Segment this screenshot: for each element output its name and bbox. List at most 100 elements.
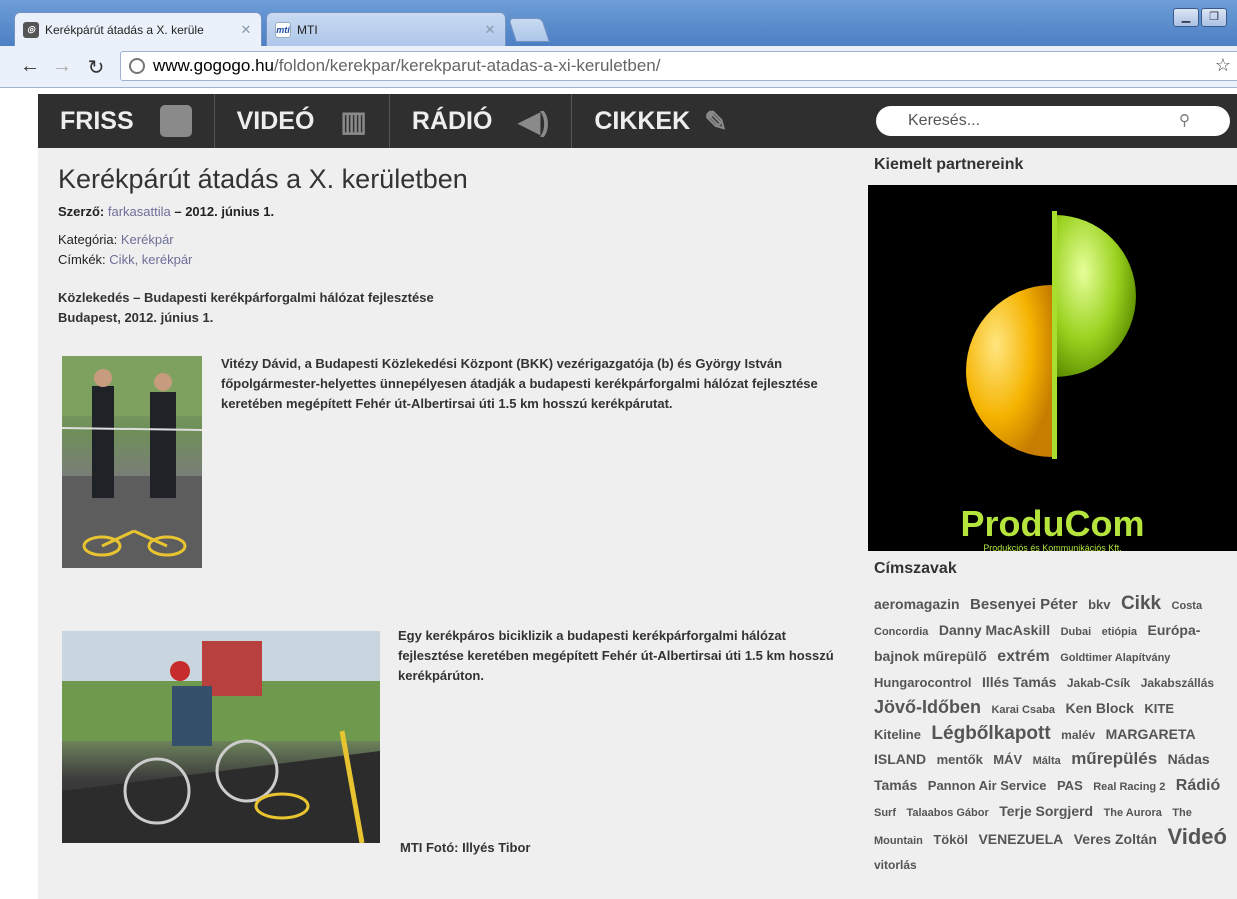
tag-link[interactable]: Terje Sorgjerd [999,803,1093,819]
partners-heading: Kiemelt partnereink [874,156,1024,173]
tag-link[interactable]: VENEZUELA [978,831,1063,847]
photo-caption-1: Vitézy Dávid, a Budapesti Közlekedési Kö… [221,356,818,411]
tag-link[interactable]: Illés Tamás [982,674,1056,690]
restore-button[interactable]: ❐ [1201,8,1227,27]
tag-link[interactable]: Cikk [1121,593,1161,614]
tag-link[interactable]: Jakab-Csík [1067,676,1130,690]
tags-links[interactable]: Cikk, kerékpár [109,252,192,267]
search-icon[interactable]: ⚲ [1179,111,1190,129]
new-tab-button[interactable] [508,18,550,42]
address-bar[interactable]: www.gogogo.hu/foldon/kerekpar/kerekparut… [120,51,1237,81]
tagcloud-heading: Címszavak [874,560,957,577]
tag-link[interactable]: Besenyei Péter [970,596,1078,613]
tag-link[interactable]: Rádió [1176,777,1220,794]
forward-arrow-icon[interactable]: → [50,55,74,78]
tag-link[interactable]: Kiteline [874,727,921,742]
window-controls: ▁ ❐ [1173,8,1227,27]
article-date: – 2012. június 1. [174,204,275,219]
tag-link[interactable]: Veres Zoltán [1074,831,1157,847]
minimize-button[interactable]: ▁ [1173,8,1199,27]
reload-icon[interactable]: ↻ [84,55,108,80]
tag-link[interactable]: Ken Block [1066,700,1134,716]
nav-item-label: CIKKEK [594,106,691,135]
tag-link[interactable]: Tököl [933,832,968,847]
article-content: Kerékpárút átadás a X. kerületben Szerző… [38,148,868,899]
tag-link[interactable]: Talaabos Gábor [906,807,988,819]
film-icon: ▥ [340,105,367,137]
photo-credit: MTI Fotó: Illyés Tibor [400,840,531,855]
photo-caption-2: Egy kerékpáros biciklizik a budapesti ke… [398,628,834,683]
url-host: www.gogogo.hu [153,56,274,75]
tab-title: Kerékpárút átadás a X. kerüle [45,22,204,37]
nav-item-friss[interactable]: FRISS [38,94,215,148]
tag-cloud: aeromagazin Besenyei Péter bkv Cikk Cost… [874,592,1234,877]
tag-link[interactable]: bkv [1088,597,1110,612]
sidebar: Kiemelt partnereink ProduCom Produkciós … [868,148,1237,899]
speaker-icon: ◀) [518,105,550,137]
tag-link[interactable]: Dubai [1061,626,1092,638]
back-arrow-icon[interactable]: ← [18,55,42,78]
author-label: Szerző: [58,204,105,219]
browser-toolbar: ← → ↻ www.gogogo.hu/foldon/kerekpar/kere… [0,46,1237,88]
tags-label: Címkék: [58,252,106,267]
url-path: /foldon/kerekpar/kerekparut-atadas-a-xi-… [273,56,661,75]
category-label: Kategória: [58,232,118,247]
tag-link[interactable]: Jövő-Időben [874,697,981,717]
tag-link[interactable]: Real Racing 2 [1093,781,1165,793]
tag-link[interactable]: Légbőlkapott [931,723,1050,744]
tag-link[interactable]: vitorlás [874,858,917,872]
tag-link[interactable]: mentők [937,752,983,767]
banner-subtitle: Produkciós és Kommunikációs Kft. [983,543,1122,553]
tab-article[interactable]: ◎ Kerékpárút átadás a X. kerüle ✕ [14,12,262,46]
pencil-icon: ✎ [704,105,728,137]
article-photo-cyclist [62,631,380,843]
web-page: FRISS VIDEÓ ▥ RÁDIÓ ◀) CIKKEK ✎ Keresés.… [0,88,1237,899]
tag-link[interactable]: etiópia [1102,626,1137,638]
producom-banner[interactable]: ProduCom Produkciós és Kommunikációs Kft… [868,185,1237,553]
nav-item-label: VIDEÓ [236,106,315,135]
search-placeholder: Keresés... [908,112,981,129]
tag-link[interactable]: malév [1061,728,1095,742]
globe-icon [129,58,145,74]
browser-tab-bar: ◎ Kerékpárút átadás a X. kerüle ✕ mti MT… [0,0,1237,46]
tag-link[interactable]: The Aurora [1104,807,1162,819]
rss-icon [159,105,192,137]
author-link[interactable]: farkasattila [108,204,171,219]
tag-link[interactable]: aeromagazin [874,596,960,612]
bookmark-star-icon[interactable]: ☆ [1215,55,1231,76]
article-byline: Szerző: farkasattila – 2012. június 1. [58,204,274,219]
search-input[interactable]: Keresés... ⚲ [876,106,1230,136]
article-photo-ribbon-cutting [62,356,202,568]
nav-item-label: FRISS [60,106,134,135]
article-tags: Címkék: Cikk, kerékpár [58,252,192,267]
category-link[interactable]: Kerékpár [121,232,174,247]
tag-link[interactable]: PAS [1057,778,1083,793]
article-lead-line-2: Budapest, 2012. június 1. [58,310,214,325]
article-category: Kategória: Kerékpár [58,232,174,247]
tag-link[interactable]: Málta [1033,755,1061,767]
article-title: Kerékpárút átadás a X. kerületben [58,164,468,194]
mti-icon: mti [275,21,291,38]
tag-link[interactable]: extrém [997,648,1049,665]
tag-link[interactable]: műrepülés [1071,749,1157,768]
tag-link[interactable]: MÁV [993,752,1022,767]
tab-mti[interactable]: mti MTI ✕ [266,12,506,46]
close-icon[interactable]: ✕ [237,22,255,38]
tag-link[interactable]: Videó [1167,824,1227,849]
tag-link[interactable]: Surf [874,807,896,819]
close-icon[interactable]: ✕ [481,22,499,38]
tag-link[interactable]: Pannon Air Service [928,778,1047,793]
nav-item-cikkek[interactable]: CIKKEK ✎ [572,94,749,148]
tag-link[interactable]: KITE [1144,701,1174,716]
tag-link[interactable]: Karai Csaba [991,704,1055,716]
nav-item-radio[interactable]: RÁDIÓ ◀) [390,94,573,148]
main-nav: FRISS VIDEÓ ▥ RÁDIÓ ◀) CIKKEK ✎ [38,94,868,148]
tag-link[interactable]: Jakabszállás [1141,676,1214,690]
tag-link[interactable]: Goldtimer Alapítvány [1060,652,1170,664]
page-icon: ◎ [23,21,39,38]
tag-link[interactable]: Hungarocontrol [874,675,972,690]
nav-item-label: RÁDIÓ [411,106,493,135]
search-area: Keresés... ⚲ [868,94,1237,148]
nav-item-video[interactable]: VIDEÓ ▥ [215,94,390,148]
tag-link[interactable]: Danny MacAskill [939,622,1050,638]
